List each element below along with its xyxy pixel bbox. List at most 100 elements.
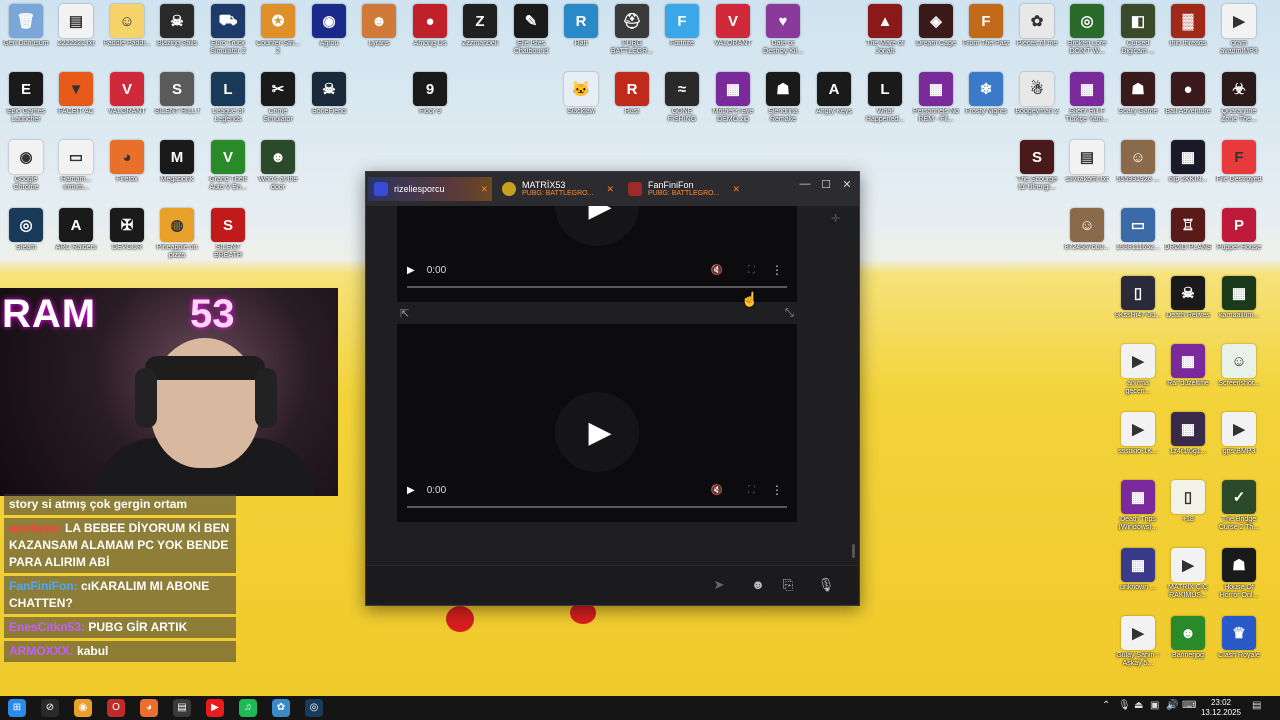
desktop-icon[interactable]: ✂ Crime Simulator — [254, 72, 302, 124]
desktop-icon[interactable]: ⛑ PUBG BATTLEGR... — [608, 4, 656, 56]
desktop-icon[interactable]: F From The Past — [962, 4, 1010, 48]
desktop-icon[interactable]: R Raft — [557, 4, 605, 48]
emoji-icon[interactable]: ☻ — [748, 575, 768, 595]
fullscreen-icon[interactable]: ⛶ — [748, 265, 755, 276]
desktop-icon[interactable]: ◎ Steam — [2, 208, 50, 252]
tray-usb-icon[interactable]: ⏏ — [1134, 700, 1143, 711]
attach-icon[interactable]: ⎘ — [778, 575, 798, 595]
desktop-icon[interactable]: ◈ Dream Cage — [912, 4, 960, 48]
taskbar-app9-icon[interactable]: ✿ — [272, 699, 290, 717]
desktop-icon[interactable]: ☺ Screenshot... — [1215, 344, 1263, 388]
desktop-icon[interactable]: ☻ Lyrans — [355, 4, 403, 48]
play-big-button[interactable]: ▶ — [555, 392, 639, 472]
desktop-icon[interactable]: ☺ 8724567bu0... — [1063, 208, 1111, 252]
tray-mic-icon[interactable]: 🎙 — [1118, 700, 1131, 711]
tab-matrix53[interactable]: MATRİX53 PUBG: BATTLEGRO... ✕ — [496, 177, 618, 201]
desktop-icon[interactable]: ✿ Pieces of me — [1013, 4, 1061, 48]
desktop-icon[interactable]: ✠ DEVOUR — [103, 208, 151, 252]
tab-close-icon[interactable]: ✕ — [606, 184, 614, 195]
desktop-icon[interactable]: ▦ Rar düzeltme — [1164, 344, 1212, 388]
desktop-icon[interactable]: 9 Floor 9 — [406, 72, 454, 116]
desktop-icon[interactable]: ▦ Death Trips (Windows)... — [1114, 480, 1162, 532]
desktop-icon[interactable]: ⛟ Euro Truck Simulator 2 — [204, 4, 252, 56]
desktop-icon[interactable]: L League of Legends — [204, 72, 252, 124]
desktop-icon[interactable]: ▶ anırma geceri... — [1114, 344, 1162, 396]
taskbar-opera-icon[interactable]: O — [107, 699, 125, 717]
desktop-icon[interactable]: ▦ Personnels No REM - Fil... — [912, 72, 960, 124]
desktop-icon[interactable]: S SILENT BREATH — [204, 208, 252, 260]
desktop-icon[interactable]: ▶ MATRIX ÇIÇ RAKIMUS... — [1164, 548, 1212, 600]
desktop-icon[interactable]: ☗ House Of Horror Onl... — [1215, 548, 1263, 600]
desktop-icon[interactable]: ▦ unknown ... — [1114, 548, 1162, 592]
video-player[interactable]: ▶ ▶ 0:00 🔇 ⛶ ⋮ — [397, 206, 797, 302]
desktop-icon[interactable]: ● Among Us — [406, 4, 454, 48]
taskbar-firefox-icon[interactable]: ◕ — [140, 699, 158, 717]
desktop-icon[interactable]: ☠ BoneFiend — [305, 72, 353, 116]
desktop-icon[interactable]: M Megabonk — [153, 140, 201, 184]
desktop-icon[interactable]: 🗑 Geri Dönüşüm — [2, 4, 50, 48]
expand-icon[interactable]: ⤡ — [785, 307, 794, 320]
desktop-icon[interactable]: R Rust — [608, 72, 656, 116]
tray-network-icon[interactable]: ▣ — [1150, 700, 1159, 711]
desktop-icon[interactable]: ☻ Who's at the door — [254, 140, 302, 192]
desktop-icon[interactable]: E Epic Games Launcher — [2, 72, 50, 124]
desktop-icon[interactable]: ▶ dram avadmIMP3 — [1215, 4, 1263, 56]
desktop-icon[interactable]: ● Ball Adventure — [1164, 72, 1212, 116]
desktop-icon[interactable]: ♖ DRØID PLANS — [1164, 208, 1212, 252]
taskbar-youtube-icon[interactable]: ▶ — [206, 699, 224, 717]
play-button[interactable]: ▶ — [407, 485, 415, 496]
more-options-icon[interactable]: ⋮ — [771, 483, 783, 497]
desktop-icon[interactable]: ☃ Boogeyman 2 — [1013, 72, 1061, 116]
microphone-icon[interactable]: 🎙 — [816, 575, 836, 595]
tab-rizeliesporcu[interactable]: rizeliesporcu ✕ — [368, 177, 492, 201]
desktop-icon[interactable]: ✓ The Bridge Curse 2 Th... — [1215, 480, 1263, 532]
desktop-icon[interactable]: ◕ Firefox — [103, 140, 151, 184]
desktop-icon[interactable]: ▲ The Mare of Jonah — [861, 4, 909, 56]
desktop-icon[interactable]: ▦ Mother's Eye DEMO.zip — [709, 72, 757, 124]
desktop-icon[interactable]: F File Destroyed — [1215, 140, 1263, 184]
desktop-icon[interactable]: ◉ Google Chrome — [2, 140, 50, 192]
tray-volume-icon[interactable]: 🔊 — [1166, 700, 1178, 711]
video-player[interactable]: ▶ ▶ 0:00 🔇 ⛶ ⋮ — [397, 324, 797, 522]
desktop-icon[interactable]: A Angry Keys — [810, 72, 858, 116]
desktop-icon[interactable]: ▶ ssstikio-1K... — [1114, 412, 1162, 456]
tab-close-icon[interactable]: ✕ — [732, 184, 740, 195]
desktop-icon[interactable]: ▶ gps-BMP3 — [1215, 412, 1263, 456]
tab-fanfinifon[interactable]: FanFiniFon PUBG: BATTLEGRO... ✕ — [622, 177, 744, 201]
video-progress-bar[interactable] — [407, 286, 787, 288]
desktop-icon[interactable]: ☠ Blazing Sails — [153, 4, 201, 48]
desktop-icon[interactable]: ☗ Scary Game — [1114, 72, 1162, 116]
minimize-button[interactable]: — — [795, 178, 815, 190]
volume-icon[interactable]: 🔇 — [711, 265, 723, 276]
desktop-icon[interactable]: ▭ Hamam... ırımım... — [52, 140, 100, 192]
more-options-icon[interactable]: ⋮ — [771, 263, 783, 277]
desktop-icon[interactable]: ☺ 555991926 ... — [1114, 140, 1162, 184]
taskbar-clock[interactable]: 23:02 13.12.2025 — [1196, 698, 1246, 718]
taskbar-meter-icon[interactable]: ▤ — [173, 699, 191, 717]
taskbar-chrome-icon[interactable]: ◉ — [74, 699, 92, 717]
desktop-icon[interactable]: ▦ 1z4r1t6g1... — [1164, 412, 1212, 456]
close-button[interactable]: ✕ — [837, 178, 857, 191]
taskbar-steam-icon[interactable]: ◎ — [305, 699, 323, 717]
desktop-icon[interactable]: Z Zzzmanbell — [456, 4, 504, 48]
desktop-icon[interactable]: ▦ clip 2KKIN... — [1164, 140, 1212, 184]
scrollbar-thumb[interactable] — [852, 544, 855, 558]
desktop-icon[interactable]: ▼ FACEIT AC — [52, 72, 100, 116]
desktop-icon[interactable]: ▦ Silent Hill F Türkçe Yam... — [1063, 72, 1111, 124]
desktop-icon[interactable]: ≈ GONE FISHING — [658, 72, 706, 124]
taskbar-search-icon[interactable]: ⊘ — [41, 699, 59, 717]
message-scroll-area[interactable]: ▶ ▶ 0:00 🔇 ⛶ ⋮ ⇱ ⤡ ✛ ▶ ▶ 0:00 🔇 ⛶ ⋮ — [366, 206, 859, 565]
desktop-icon[interactable]: ☠ Death Relives — [1164, 276, 1212, 320]
desktop-icon[interactable]: P Puppet House — [1215, 208, 1263, 252]
desktop-icon[interactable]: A ARC Raiders — [52, 208, 100, 252]
message-input[interactable] — [375, 574, 699, 596]
desktop-icon[interactable]: ▤ 2222222.txt — [52, 4, 100, 48]
open-external-icon[interactable]: ⇱ — [400, 307, 409, 320]
notifications-icon[interactable]: ▤ — [1252, 700, 1261, 711]
add-reaction-icon[interactable]: ✛ — [831, 212, 840, 225]
desktop-icon[interactable]: ✎ Elle Isles Chatbound — [507, 4, 555, 56]
desktop-icon[interactable]: F Fortnite — [658, 4, 706, 48]
desktop-icon[interactable]: ❄ Frosty Nights — [962, 72, 1010, 116]
desktop-icon[interactable]: 🐱 Slackjaw — [557, 72, 605, 116]
desktop-icon[interactable]: V VALORANT — [709, 4, 757, 48]
